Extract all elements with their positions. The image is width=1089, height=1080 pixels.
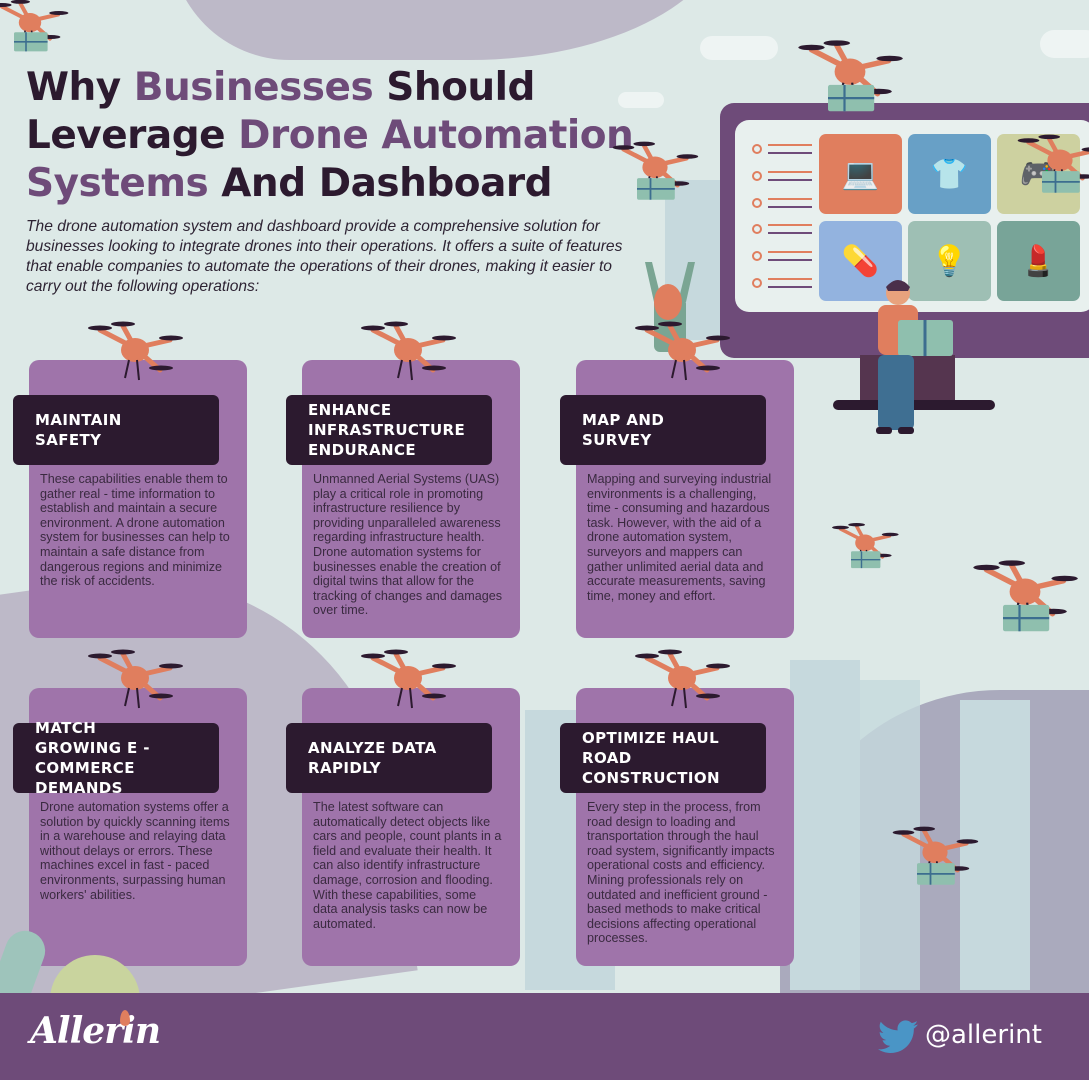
intro-paragraph: The drone automation system and dashboar…	[26, 218, 623, 295]
title-text: Why	[26, 65, 134, 110]
circle-icon	[752, 278, 762, 288]
text-line	[768, 224, 812, 234]
circle-icon	[752, 198, 762, 208]
title-accent-text: Systems	[26, 161, 209, 206]
card-title-text: MAP AND SURVEY	[582, 411, 665, 449]
checklist-item	[752, 249, 812, 263]
title-text: Leverage	[26, 113, 239, 158]
title-text: Should	[373, 65, 535, 110]
feature-card-title: OPTIMIZE HAUL ROAD CONSTRUCTION	[560, 723, 766, 793]
feature-card-description: Every step in the process, from road des…	[587, 800, 775, 946]
delivery-drone-icon	[970, 557, 1080, 634]
laptop-icon: 💻	[819, 134, 902, 214]
drone-icon	[85, 646, 185, 716]
card-title-text: MAINTAIN SAFETY	[35, 411, 122, 449]
feature-card-title: MATCH GROWING E - COMMERCE DEMANDS	[13, 719, 219, 797]
background-blob-top	[170, 0, 730, 60]
drone-icon	[85, 318, 185, 388]
title-accent-text: Businesses	[133, 65, 374, 110]
circle-icon	[752, 251, 762, 261]
text-line	[768, 278, 812, 288]
delivery-drone-icon	[795, 37, 905, 114]
drone-icon	[358, 646, 458, 716]
feature-card-description: These capabilities enable them to gather…	[40, 472, 230, 589]
text-line	[768, 171, 812, 181]
lipstick-icon: 💄	[997, 221, 1080, 301]
delivery-drone-icon	[830, 521, 900, 570]
twitter-icon[interactable]	[878, 1020, 918, 1054]
feature-card-title: MAP AND SURVEY	[560, 395, 766, 465]
text-line	[768, 144, 812, 154]
person-holding-box-illustration	[876, 280, 953, 434]
feature-card-title: ANALYZE DATA RAPIDLY	[286, 723, 492, 793]
cloud	[1040, 30, 1089, 58]
feature-card-title: MAINTAIN SAFETY	[13, 395, 219, 465]
delivery-drone-icon	[1015, 132, 1089, 195]
title-accent-text: Drone Automation	[238, 113, 634, 158]
city-building	[790, 660, 860, 990]
feature-card-description: Drone automation systems offer a solutio…	[40, 800, 230, 902]
tshirt-icon: 👕	[908, 134, 991, 214]
drone-icon	[632, 318, 732, 388]
flame-icon	[120, 1010, 130, 1026]
feature-card-title: ENHANCE INFRASTRUCTURE ENDURANCE	[286, 395, 492, 465]
checklist-item	[752, 276, 812, 290]
checklist-item	[752, 169, 812, 183]
drone-icon	[358, 318, 458, 388]
brand-logo[interactable]: Allerin	[30, 1010, 161, 1052]
circle-icon	[752, 224, 762, 234]
card-title-text: MATCH GROWING E - COMMERCE DEMANDS	[35, 719, 150, 797]
circle-icon	[752, 144, 762, 154]
drone-icon	[632, 646, 732, 716]
delivery-drone-icon	[890, 824, 980, 887]
cloud	[700, 36, 778, 60]
delivery-drone-icon	[610, 139, 700, 202]
page-title: Why Businesses Should Leverage Drone Aut…	[26, 64, 646, 208]
card-title-text: ENHANCE INFRASTRUCTURE ENDURANCE	[308, 401, 466, 459]
circle-icon	[752, 171, 762, 181]
card-title-text: OPTIMIZE HAUL ROAD CONSTRUCTION	[582, 729, 721, 787]
feature-card-description: Mapping and surveying industrial environ…	[587, 472, 772, 603]
twitter-handle[interactable]: @allerint	[925, 1020, 1042, 1050]
delivery-drone-icon	[0, 0, 70, 53]
checklist-item	[752, 222, 812, 236]
text-line	[768, 251, 812, 261]
text-line	[768, 198, 812, 208]
checklist-item	[752, 196, 812, 210]
feature-card-description: The latest software can automatically de…	[313, 800, 502, 931]
card-title-text: ANALYZE DATA RAPIDLY	[308, 739, 437, 777]
checklist-item	[752, 142, 812, 156]
feature-card-description: Unmanned Aerial Systems (UAS) play a cri…	[313, 472, 503, 618]
title-text: And Dashboard	[208, 161, 553, 206]
